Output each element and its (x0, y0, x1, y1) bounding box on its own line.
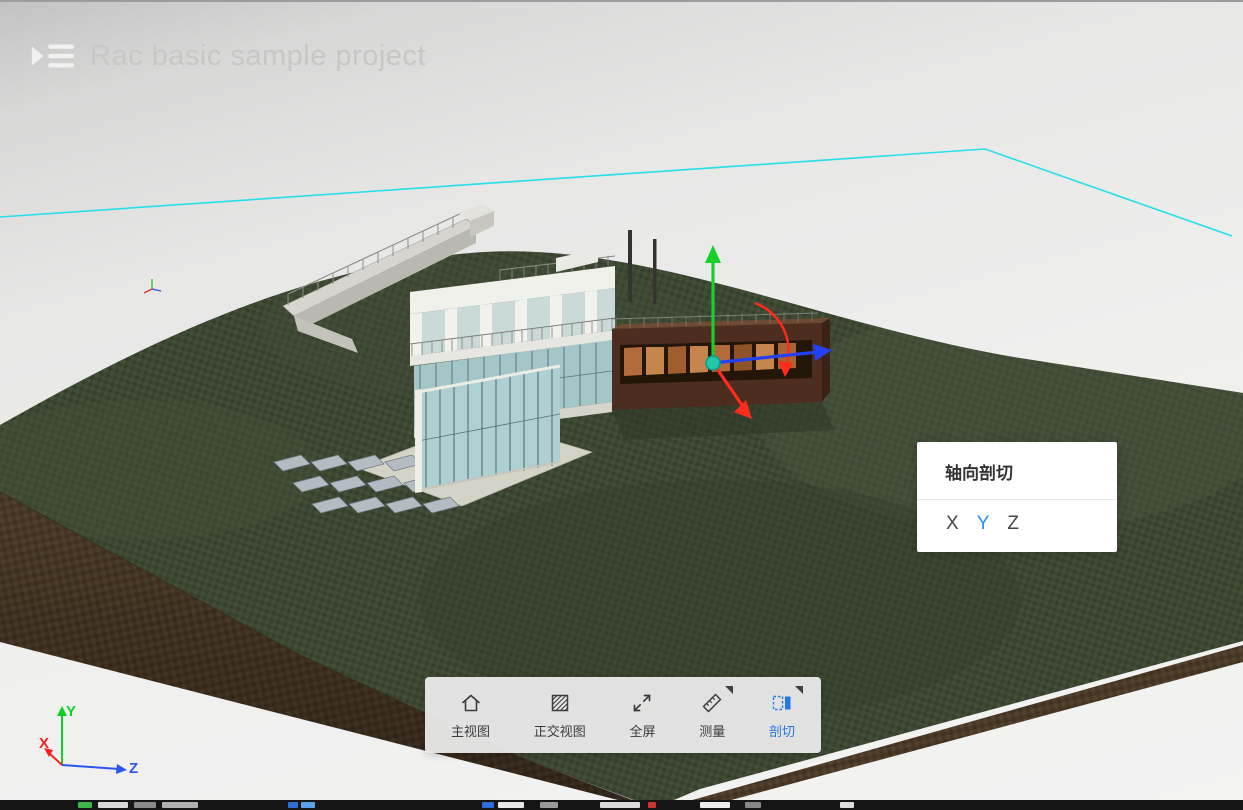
orientation-triad: X Y Z (39, 703, 138, 777)
flyout-marker (795, 686, 803, 694)
taskbar-fragment (840, 802, 854, 808)
toolbar-item-label: 剖切 (769, 721, 795, 740)
axial-section-panel: 轴向剖切 X Y Z (917, 442, 1117, 552)
axis-options: X Y Z (917, 500, 1117, 535)
fullscreen-icon (629, 690, 655, 716)
toolbar-item-ortho-view[interactable]: 正交视图 (534, 690, 586, 740)
axis-option-y[interactable]: Y (977, 513, 990, 535)
toolbar-item-measure[interactable]: 测量 (699, 690, 725, 740)
taskbar-fragment (498, 802, 524, 808)
taskbar-fragment (482, 802, 494, 808)
taskbar-sliver (0, 800, 1243, 810)
toolbar-item-label: 正交视图 (534, 721, 586, 740)
taskbar-fragment (700, 802, 730, 808)
taskbar-fragment (134, 802, 156, 808)
taskbar-fragment (540, 802, 558, 808)
toolbar-item-fullscreen[interactable]: 全屏 (629, 690, 655, 740)
toolbar-item-label: 测量 (699, 721, 725, 740)
axis-option-z[interactable]: Z (1007, 513, 1019, 535)
triad-x-label: X (39, 735, 49, 752)
header: Rac basic sample project (30, 36, 426, 76)
taskbar-fragment (648, 802, 656, 808)
toolbar-item-label: 全屏 (629, 721, 655, 740)
site-boundary-line (0, 149, 1232, 236)
taskbar-fragment (78, 802, 92, 808)
mini-axis-marker (144, 279, 161, 293)
home-icon (458, 690, 484, 716)
ortho-view-icon (547, 690, 573, 716)
triad-y-label: Y (66, 703, 76, 720)
viewer-toolbar: 主视图 正交视图 (425, 677, 821, 753)
window-top-edge (0, 0, 1243, 2)
expand-menu-icon[interactable] (30, 36, 76, 76)
triad-z-label: Z (129, 760, 138, 777)
axial-section-title: 轴向剖切 (917, 442, 1117, 484)
flyout-marker (725, 686, 733, 694)
toolbar-item-home-view[interactable]: 主视图 (451, 690, 490, 740)
section-icon (769, 690, 795, 716)
taskbar-fragment (600, 802, 640, 808)
taskbar-fragment (162, 802, 198, 808)
taskbar-fragment (98, 802, 128, 808)
taskbar-fragment (288, 802, 298, 808)
project-title: Rac basic sample project (90, 40, 426, 73)
toolbar-item-section[interactable]: 剖切 (769, 690, 795, 740)
axis-option-x[interactable]: X (946, 513, 959, 535)
measure-icon (699, 690, 725, 716)
toolbar-item-label: 主视图 (451, 721, 490, 740)
bim-viewer-window: X Y Z Rac basic sample project 轴向剖切 X Y … (0, 0, 1243, 810)
taskbar-fragment (301, 802, 315, 808)
taskbar-fragment (745, 802, 761, 808)
